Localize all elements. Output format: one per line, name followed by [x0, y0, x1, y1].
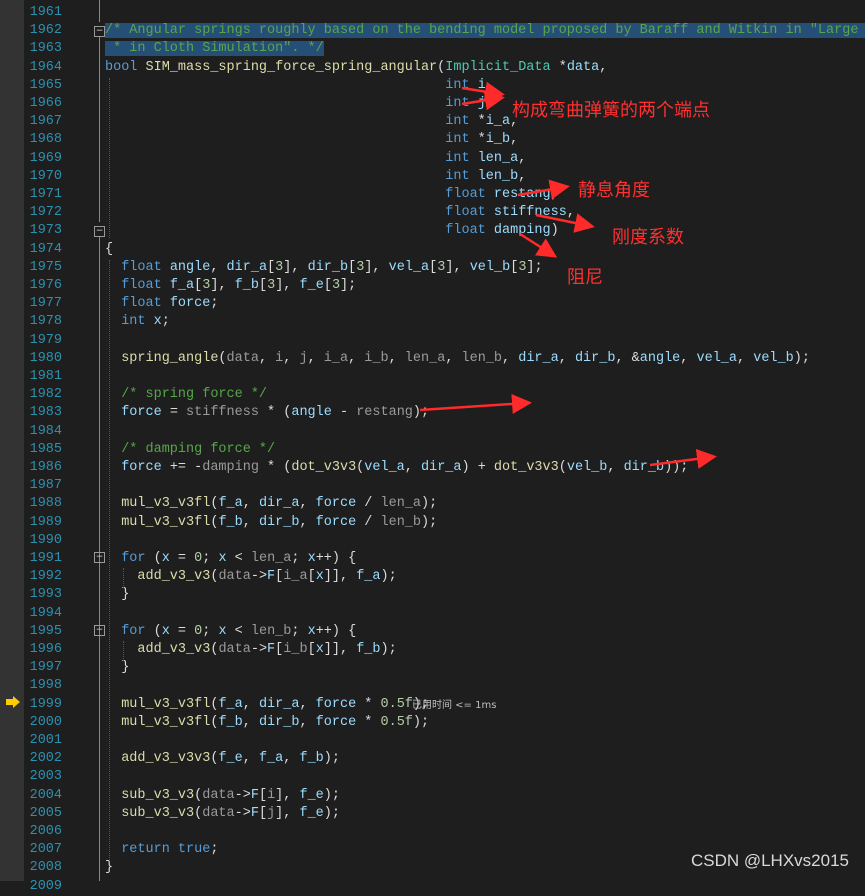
- arrow-to-j: [461, 90, 505, 111]
- arrow-to-damping: [519, 232, 558, 258]
- annotation-damping: 阻尼: [567, 267, 603, 288]
- arrow-to-i: [461, 81, 505, 102]
- watermark: CSDN @LHXvs2015: [690, 851, 849, 870]
- code-editor[interactable]: 1961 1962/* Angular springs roughly based…: [0, 0, 865, 894]
- arrow-to-restang: [517, 179, 570, 200]
- annotation-rest-angle: 静息角度: [578, 180, 650, 201]
- annotation-stiffness: 刚度系数: [612, 227, 684, 248]
- arrow-to-spring-force: [419, 394, 532, 414]
- annotation-endpoints: 构成弯曲弹簧的两个端点: [512, 100, 710, 121]
- annotation-arrows: [419, 81, 717, 469]
- arrow-to-stiffness: [535, 213, 595, 233]
- arrow-to-damping-force: [649, 449, 717, 469]
